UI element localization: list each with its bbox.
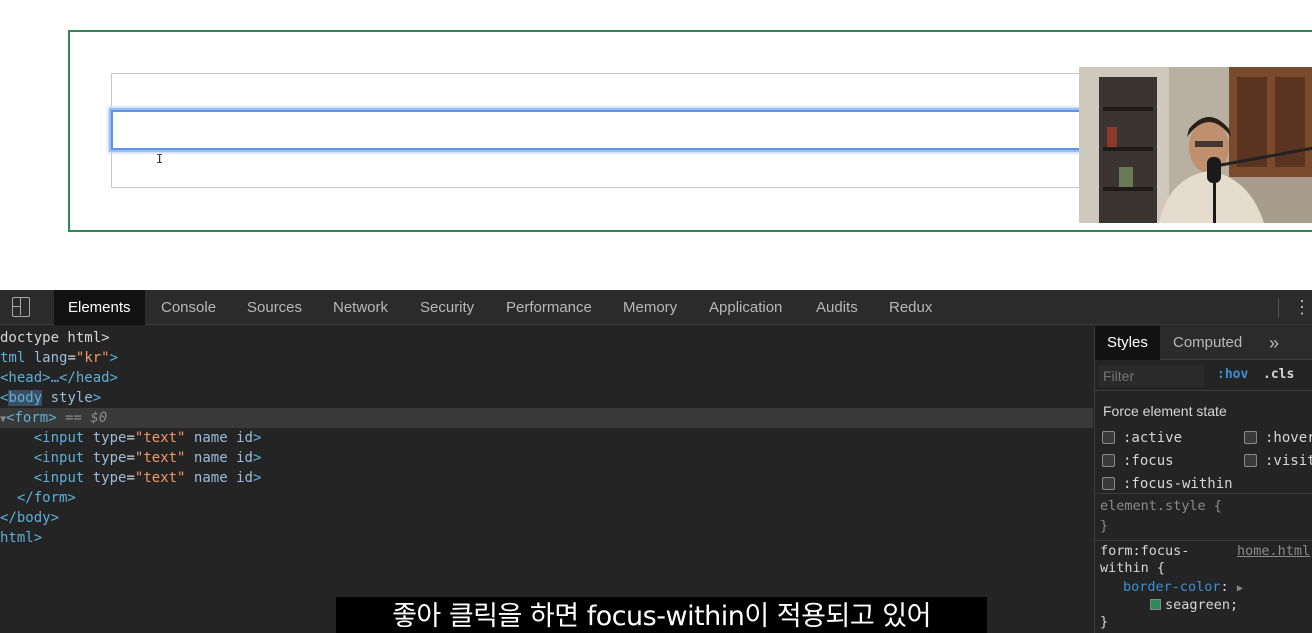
rule-selector[interactable]: form:focus-within { [1100, 543, 1220, 577]
dom-tree: doctype html> tml lang="kr"> <head>…</he… [0, 326, 1093, 633]
id-attr: id [236, 450, 253, 466]
tab-separator [1278, 298, 1279, 318]
html-close-tag: html> [0, 530, 43, 546]
text-input-2-focused[interactable] [111, 110, 1121, 150]
dom-line-html-close[interactable]: html> [0, 528, 1093, 548]
type-attr: type [92, 430, 127, 446]
property-name: border-color [1123, 579, 1221, 595]
page-viewport: I [0, 0, 1312, 290]
rule-property-line[interactable]: border-color: ▶ [1100, 579, 1312, 597]
devtools-tab-bar: Elements Console Sources Network Securit… [0, 290, 1312, 325]
tab-audits[interactable]: Audits [816, 290, 858, 325]
focus-within-rule: form:focus-within { home.html border-col… [1100, 543, 1312, 631]
tab-security[interactable]: Security [420, 290, 474, 325]
property-value: seagreen; [1165, 597, 1239, 613]
name-attr: name [193, 470, 228, 486]
state-focus-checkbox[interactable]: :focus [1102, 453, 1174, 473]
force-state-label: Force element state [1103, 403, 1227, 419]
expand-triangle-icon[interactable]: ▶ [1237, 583, 1243, 594]
dom-line-input-3[interactable]: <input type="text" name id> [0, 468, 1093, 488]
body-tag: body [8, 390, 43, 406]
dom-line-input-1[interactable]: <input type="text" name id> [0, 428, 1093, 448]
color-swatch-icon[interactable] [1150, 599, 1161, 610]
text-input-1[interactable] [111, 73, 1121, 113]
cls-toggle[interactable]: .cls [1263, 367, 1294, 382]
dom-line-form-close[interactable]: </form> [0, 488, 1093, 508]
input-tag: input [42, 450, 85, 466]
input-tag: input [42, 430, 85, 446]
state-active-checkbox[interactable]: :active [1102, 430, 1182, 450]
rule-close-brace: } [1100, 614, 1109, 630]
dom-line-html[interactable]: tml lang="kr"> [0, 348, 1093, 368]
divider [1095, 540, 1312, 541]
head-tag: <head>…</head> [0, 370, 119, 386]
video-subtitle: 좋아 클릭을 하면 focus-within이 적용되고 있어 [336, 597, 987, 633]
tab-elements[interactable]: Elements [54, 290, 145, 325]
type-attr: type [92, 470, 127, 486]
dom-line-head[interactable]: <head>…</head> [0, 368, 1093, 388]
styles-tab-bar: Styles Computed » [1095, 326, 1312, 360]
styles-pane: Styles Computed » :hov .cls Force elemen… [1094, 326, 1312, 633]
checkbox-icon [1244, 431, 1257, 444]
tab-computed[interactable]: Computed [1173, 326, 1242, 360]
form-close-tag: </form> [16, 490, 76, 506]
tab-memory[interactable]: Memory [623, 290, 677, 325]
checkbox-icon [1102, 431, 1115, 444]
name-attr: name [193, 430, 228, 446]
state-visited-checkbox[interactable]: :visited [1244, 453, 1312, 473]
dom-line-body[interactable]: <body style> [0, 388, 1093, 408]
dom-line-body-close[interactable]: </body> [0, 508, 1093, 528]
tab-console[interactable]: Console [161, 290, 216, 325]
id-attr: id [236, 470, 253, 486]
form-tag: form [14, 410, 49, 426]
dock-side-icon[interactable] [12, 297, 30, 317]
type-attr: type [92, 450, 127, 466]
tab-application[interactable]: Application [709, 290, 782, 325]
tab-redux[interactable]: Redux [889, 290, 932, 325]
tab-network[interactable]: Network [333, 290, 388, 325]
hov-toggle[interactable]: :hov [1217, 367, 1248, 382]
dom-line-input-2[interactable]: <input type="text" name id> [0, 448, 1093, 468]
selected-marker: == $0 [65, 410, 108, 426]
dom-line-form-selected[interactable]: ▼<form> == $0 [0, 408, 1093, 428]
tab-performance[interactable]: Performance [506, 290, 592, 325]
type-value: "text" [134, 450, 186, 466]
doctype-text: doctype html> [0, 330, 110, 346]
rule-source-link[interactable]: home.html [1237, 543, 1310, 560]
more-tabs-icon[interactable]: » [1269, 326, 1279, 360]
body-close-tag: </body> [0, 510, 60, 526]
rule-value-line[interactable]: seagreen; [1100, 597, 1312, 614]
checkbox-icon [1244, 454, 1257, 467]
divider [1095, 493, 1312, 494]
dom-line-doctype[interactable]: doctype html> [0, 328, 1093, 348]
checkbox-icon [1102, 477, 1115, 490]
state-label: :focus-within [1123, 476, 1233, 492]
state-label: :hover [1265, 430, 1312, 446]
body-style-attr: style [50, 390, 93, 406]
state-hover-checkbox[interactable]: :hover [1244, 430, 1312, 450]
id-attr: id [236, 430, 253, 446]
text-cursor-icon: I [156, 152, 164, 166]
styles-filter-row: :hov .cls [1095, 361, 1312, 391]
checkbox-icon [1102, 454, 1115, 467]
webcam-overlay [1079, 67, 1312, 223]
tab-styles[interactable]: Styles [1095, 326, 1160, 360]
name-attr: name [193, 450, 228, 466]
text-input-3[interactable] [111, 148, 1121, 188]
html-lang-attr: lang [33, 350, 68, 366]
type-value: "text" [134, 430, 186, 446]
webcam-image [1079, 67, 1312, 223]
html-lang-value: "kr" [75, 350, 110, 366]
html-tag: tml [0, 350, 26, 366]
element-style-rule[interactable]: element.style { } [1100, 496, 1222, 536]
input-tag: input [42, 470, 85, 486]
styles-filter-input[interactable] [1099, 365, 1204, 387]
state-label: :focus [1123, 453, 1174, 469]
more-options-icon[interactable]: ⋮ [1292, 296, 1312, 318]
state-label: :visited [1265, 453, 1312, 469]
tab-sources[interactable]: Sources [247, 290, 302, 325]
type-value: "text" [134, 470, 186, 486]
devtools-panel: Elements Console Sources Network Securit… [0, 290, 1312, 633]
state-label: :active [1123, 430, 1183, 446]
